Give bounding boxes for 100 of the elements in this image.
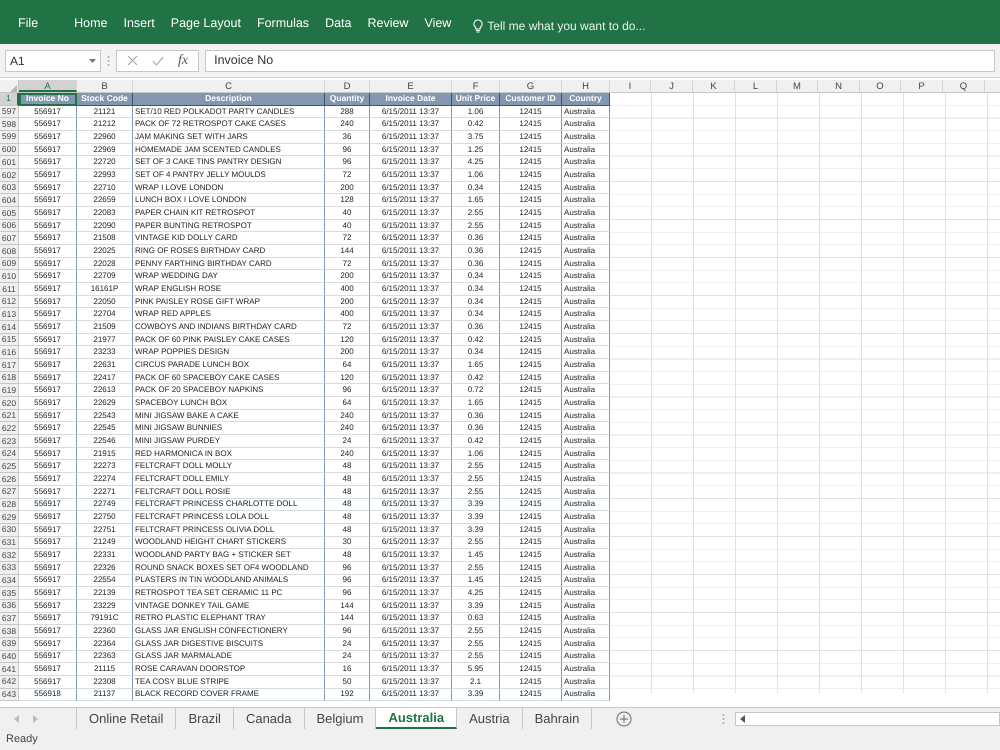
ribbon-tab[interactable]: Review	[359, 12, 416, 35]
column-header[interactable]: N	[818, 80, 860, 92]
name-box[interactable]: A1	[5, 50, 101, 72]
ribbon-tab[interactable]: View	[416, 12, 460, 35]
add-sheet-icon[interactable]	[616, 710, 632, 726]
header-cell: Stock Code	[77, 93, 133, 106]
row-header[interactable]: 630	[0, 524, 19, 537]
row-header[interactable]: 614	[0, 321, 19, 334]
column-header[interactable]: C	[133, 80, 325, 92]
sheet-tab[interactable]: Australia	[376, 708, 458, 729]
row-header[interactable]: 628	[0, 498, 19, 512]
column-header[interactable]: I	[610, 80, 651, 92]
row-header[interactable]: 608	[0, 245, 19, 258]
ribbon-tab[interactable]: Data	[317, 12, 360, 35]
table-cell: 22273	[77, 460, 133, 474]
row-header[interactable]: 635	[0, 587, 19, 600]
row-header[interactable]: 620	[0, 397, 19, 410]
table-cell: WRAP RED APPLES	[133, 308, 325, 322]
table-cell: 2.55	[452, 486, 500, 498]
row-header[interactable]: 602	[0, 169, 19, 182]
column-header[interactable]: L	[735, 80, 777, 92]
formula-field[interactable]: Invoice No	[205, 50, 995, 72]
table-cell: 1.06	[452, 169, 500, 182]
table-cell: JAM MAKING SET WITH JARS	[133, 131, 325, 144]
row-header[interactable]: 597	[0, 106, 19, 118]
row-header[interactable]: 619	[0, 384, 19, 398]
table-cell: 556917	[19, 296, 77, 308]
column-header[interactable]: J	[651, 80, 693, 92]
row-header[interactable]: 624	[0, 448, 19, 460]
row-header[interactable]: 609	[0, 258, 19, 270]
row-header[interactable]: 615	[0, 334, 19, 346]
row-header[interactable]: 612	[0, 296, 19, 308]
row-header[interactable]: 631	[0, 536, 19, 550]
ribbon-tab[interactable]: Page Layout	[162, 12, 249, 35]
column-header[interactable]: D	[325, 80, 370, 92]
row-header[interactable]: 637	[0, 612, 19, 626]
row-header[interactable]: 626	[0, 473, 19, 486]
column-header[interactable]: O	[860, 80, 901, 92]
row-header[interactable]: 629	[0, 511, 19, 524]
row-header[interactable]: 639	[0, 638, 19, 651]
column-header[interactable]: K	[693, 80, 735, 92]
ribbon-tab[interactable]: File	[8, 12, 48, 35]
table-cell: WOODLAND PARTY BAG + STICKER SET	[133, 549, 325, 562]
column-header[interactable]: Q	[943, 80, 985, 92]
table-cell: 2.55	[452, 536, 500, 550]
ribbon-tab[interactable]: Insert	[116, 12, 163, 35]
table-cell: 12415	[500, 283, 562, 296]
row-header[interactable]: 643	[0, 688, 19, 702]
row-header[interactable]: 600	[0, 144, 19, 156]
ribbon-tab[interactable]: Formulas	[248, 12, 318, 35]
row-header[interactable]: 632	[0, 549, 19, 562]
row-header[interactable]: 617	[0, 359, 19, 372]
row-header[interactable]: 640	[0, 650, 19, 664]
tell-me-field[interactable]: Tell me what you want to do...	[487, 17, 646, 35]
row-header[interactable]: 618	[0, 372, 19, 384]
row-header[interactable]: 606	[0, 220, 19, 232]
row-header[interactable]: 627	[0, 486, 19, 498]
checkmark-icon[interactable]	[152, 56, 164, 66]
row-header[interactable]: 633	[0, 562, 19, 575]
table-cell: 12415	[500, 296, 562, 308]
row-header[interactable]: 634	[0, 574, 19, 588]
column-header[interactable]: E	[370, 80, 452, 92]
ribbon-tab[interactable]: Home	[66, 12, 116, 35]
column-header[interactable]: H	[562, 80, 610, 92]
row-header[interactable]: 621	[0, 410, 19, 422]
horizontal-scrollbar[interactable]	[735, 712, 1000, 726]
scroll-left-icon[interactable]	[740, 714, 746, 722]
row-header[interactable]: 623	[0, 435, 19, 448]
row-header[interactable]: 605	[0, 207, 19, 220]
row-header[interactable]: 601	[0, 156, 19, 170]
row-header[interactable]: 604	[0, 194, 19, 208]
row-header[interactable]: 1	[0, 93, 19, 106]
row-header[interactable]: 642	[0, 676, 19, 689]
column-header[interactable]: F	[452, 80, 500, 92]
row-header[interactable]: 610	[0, 270, 19, 284]
column-header[interactable]: G	[500, 80, 562, 92]
row-header[interactable]: 603	[0, 182, 19, 194]
table-cell: 6/15/2011 13:37	[370, 397, 452, 410]
row-header[interactable]: 613	[0, 308, 19, 322]
row-header[interactable]: 641	[0, 663, 19, 676]
row-header[interactable]: 625	[0, 460, 19, 474]
row-header[interactable]: 607	[0, 232, 19, 246]
column-header[interactable]: P	[901, 80, 943, 92]
scroll-right-icon[interactable]	[33, 714, 38, 722]
column-header[interactable]: A	[19, 80, 77, 92]
row-header[interactable]: 622	[0, 422, 19, 436]
column-header[interactable]: B	[77, 80, 133, 92]
row-header[interactable]: 611	[0, 283, 19, 296]
row-header[interactable]: 616	[0, 346, 19, 360]
row-header[interactable]: 638	[0, 625, 19, 638]
row-header[interactable]: 599	[0, 131, 19, 144]
table-cell: 12415	[500, 410, 562, 422]
close-icon[interactable]	[127, 55, 138, 66]
table-cell: 6/15/2011 13:37	[370, 562, 452, 575]
insert-function-button[interactable]: fx	[178, 50, 188, 71]
row-header[interactable]: 636	[0, 600, 19, 613]
empty-cells[interactable]	[610, 93, 1000, 693]
row-header[interactable]: 598	[0, 118, 19, 132]
column-header[interactable]: M	[777, 80, 818, 92]
table-cell: 22028	[77, 258, 133, 270]
